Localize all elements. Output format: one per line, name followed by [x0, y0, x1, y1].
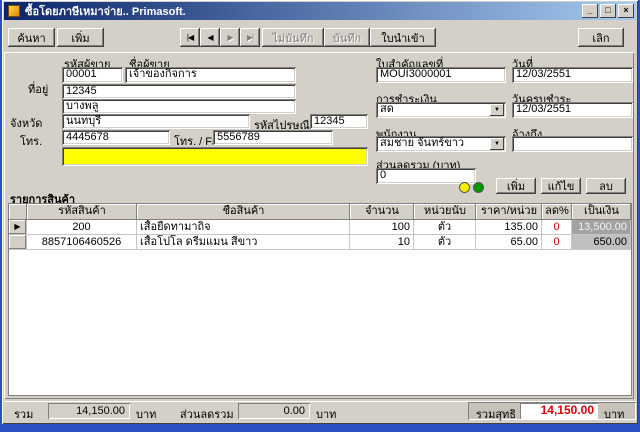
column-header-unit: หน่วยนับ — [414, 204, 476, 220]
column-header-code: รหัสสินค้า — [27, 204, 137, 220]
postal-code-field[interactable]: 12345 — [310, 114, 368, 129]
payment-select[interactable]: สด ▼ — [376, 102, 506, 118]
status-bar: รวม 14,150.00 บาท ส่วนลดรวม 0.00 บาท รวม… — [4, 401, 636, 422]
chevron-down-icon[interactable]: ▼ — [490, 138, 504, 150]
import-doc-button[interactable]: ใบนำเข้า — [370, 28, 436, 47]
cell-price[interactable]: 65.00 — [476, 235, 542, 250]
cell-code[interactable]: 8857106460526 — [27, 235, 137, 250]
cell-name[interactable]: เสื้อยืดทามาถิจ — [137, 220, 350, 235]
current-row-icon: ▶ — [14, 222, 21, 231]
add-record-button[interactable]: เพิ่ม — [57, 28, 104, 47]
cell-discount[interactable]: 0 — [542, 220, 572, 235]
nav-last-icon: ▶| — [246, 33, 254, 42]
minimize-button[interactable]: _ — [582, 4, 598, 18]
remark-highlight-field[interactable] — [62, 147, 368, 166]
nav-first-icon: |◀ — [186, 33, 194, 42]
title-bar[interactable]: ซื้อโดยภาษีเหมาจ่าย.. Primasoft. _ □ × — [4, 2, 636, 20]
cell-amount[interactable]: 650.00 — [572, 235, 631, 250]
status-indicator-green — [473, 182, 484, 193]
column-header-price: ราคา/หน่วย — [476, 204, 542, 220]
nav-prev-button[interactable]: ◀ — [200, 28, 220, 47]
nav-first-button[interactable]: |◀ — [180, 28, 200, 47]
item-add-button[interactable]: เพิ่ม — [496, 178, 536, 194]
address-label: ที่อยู่ — [28, 84, 49, 96]
items-table: รหัสสินค้า ชื่อสินค้า จำนวน หน่วยนับ ราค… — [8, 203, 632, 396]
total-label: รวม — [14, 409, 34, 421]
item-edit-button[interactable]: แก้ไข — [541, 178, 581, 194]
nav-next-button[interactable]: ▶ — [220, 28, 240, 47]
currency-label: บาท — [136, 409, 157, 421]
maximize-button[interactable]: □ — [600, 4, 616, 18]
cell-qty[interactable]: 100 — [350, 220, 414, 235]
currency-label: บาท — [604, 409, 625, 421]
nav-prev-icon: ◀ — [207, 33, 213, 42]
tel-label: โทร. — [20, 136, 43, 148]
address-line1-field[interactable]: 12345 — [62, 84, 296, 99]
items-table-header: รหัสสินค้า ชื่อสินค้า จำนวน หน่วยนับ ราค… — [9, 204, 631, 220]
column-header-name: ชื่อสินค้า — [137, 204, 350, 220]
cell-discount[interactable]: 0 — [542, 235, 572, 250]
vendor-code-field[interactable]: 00001 — [62, 67, 123, 83]
cell-qty[interactable]: 10 — [350, 235, 414, 250]
discard-button[interactable]: ไม่บันทึก — [262, 28, 324, 47]
nav-next-icon: ▶ — [227, 33, 233, 42]
net-total-value: 14,150.00 — [520, 403, 598, 419]
total-discount-field[interactable]: 0 — [376, 168, 476, 184]
total-value: 14,150.00 — [48, 403, 130, 419]
fax-field[interactable]: 5556789 — [213, 130, 333, 145]
status-indicator-yellow — [459, 182, 470, 193]
column-header-selector — [9, 204, 27, 220]
employee-value: สมชาย จันทร์ขาว — [380, 137, 465, 149]
window-title: ซื้อโดยภาษีเหมาจ่าย.. Primasoft. — [25, 6, 186, 18]
employee-select[interactable]: สมชาย จันทร์ขาว ▼ — [376, 136, 506, 152]
search-button[interactable]: ค้นหา — [8, 28, 55, 47]
row-selector[interactable]: ▶ — [9, 220, 27, 235]
cell-unit[interactable]: ตัว — [414, 235, 476, 250]
app-icon — [8, 5, 20, 17]
cell-price[interactable]: 135.00 — [476, 220, 542, 235]
net-total-section: รวมสุทธิ 14,150.00 บาท — [468, 402, 636, 421]
nav-last-button[interactable]: ▶| — [240, 28, 260, 47]
discount-total-label: ส่วนลดรวม — [180, 409, 234, 421]
province-label: จังหวัด — [10, 118, 43, 130]
province-field[interactable]: นนทบุรี — [62, 114, 250, 129]
doc-no-field[interactable]: MOUI3000001 — [376, 67, 506, 83]
column-header-qty: จำนวน — [350, 204, 414, 220]
tel-field[interactable]: 4445678 — [62, 130, 170, 145]
cell-amount[interactable]: 13,500.00 — [572, 220, 631, 235]
table-empty-area — [9, 250, 631, 395]
column-header-discount: ลด% — [542, 204, 572, 220]
cell-code[interactable]: 200 — [27, 220, 137, 235]
app-window: ซื้อโดยภาษีเหมาจ่าย.. Primasoft. _ □ × ค… — [2, 0, 638, 424]
discount-total-value: 0.00 — [238, 403, 310, 419]
item-delete-button[interactable]: ลบ — [586, 178, 626, 194]
payment-value: สด — [380, 103, 394, 115]
net-total-label: รวมสุทธิ — [476, 409, 517, 421]
due-date-field[interactable]: 12/03/2551 — [512, 102, 633, 118]
exit-button[interactable]: เลิก — [578, 28, 624, 47]
reference-field[interactable] — [512, 136, 633, 152]
date-field[interactable]: 12/03/2551 — [512, 67, 633, 83]
vendor-name-field[interactable]: เจ้าของกิจการ — [125, 67, 296, 83]
cell-name[interactable]: เสื้อโปโล ดรีมแมน สีขาว — [137, 235, 350, 250]
close-button[interactable]: × — [618, 4, 634, 18]
table-row[interactable]: 8857106460526 เสื้อโปโล ดรีมแมน สีขาว 10… — [9, 235, 631, 250]
cell-unit[interactable]: ตัว — [414, 220, 476, 235]
desktop-background: ซื้อโดยภาษีเหมาจ่าย.. Primasoft. _ □ × ค… — [0, 0, 640, 432]
save-button[interactable]: บันทึก — [324, 28, 370, 47]
row-selector[interactable] — [9, 235, 27, 250]
currency-label: บาท — [316, 409, 337, 421]
column-header-amount: เป็นเงิน — [572, 204, 631, 220]
address-line2-field[interactable]: บางพลู — [62, 99, 296, 114]
chevron-down-icon[interactable]: ▼ — [490, 104, 504, 116]
table-row[interactable]: ▶ 200 เสื้อยืดทามาถิจ 100 ตัว 135.00 0 1… — [9, 220, 631, 235]
